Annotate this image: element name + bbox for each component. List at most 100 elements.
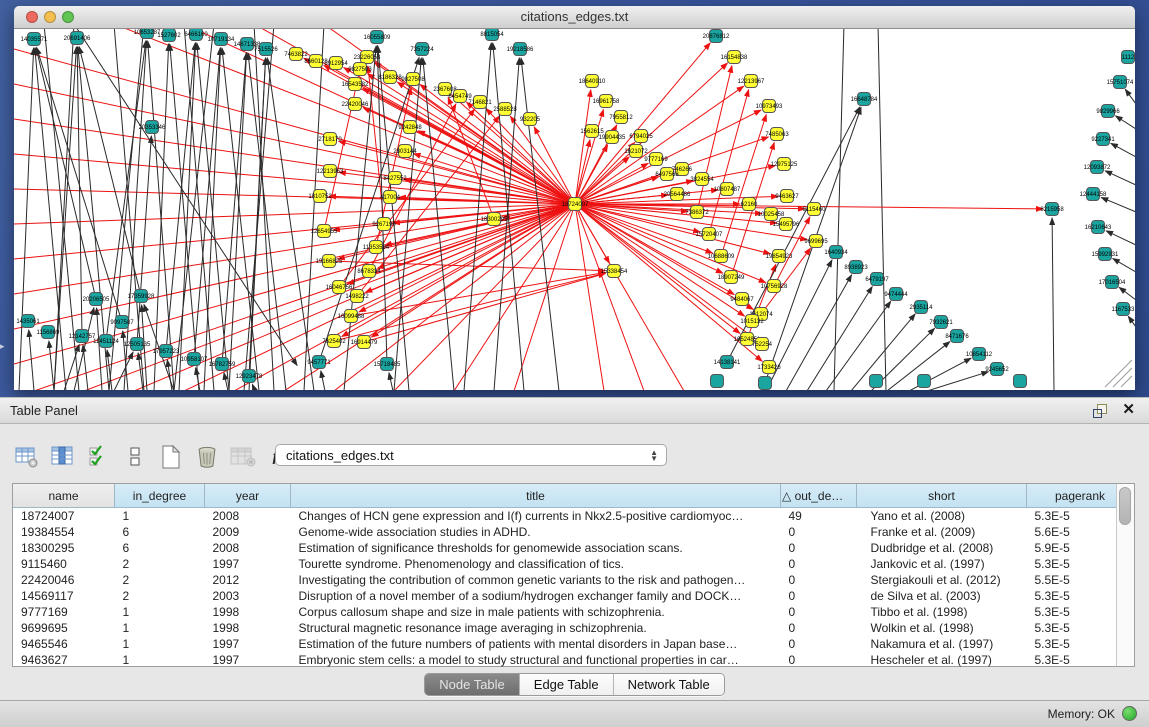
graph-node[interactable]: 6794025: [629, 130, 653, 143]
graph-node[interactable]: 14138141: [714, 356, 741, 369]
float-panel-icon[interactable]: [1093, 404, 1107, 417]
graph-node[interactable]: 7932621: [929, 316, 953, 329]
table-row[interactable]: 2242004622012Investigating the contribut…: [13, 572, 1134, 588]
graph-node[interactable]: 15751074: [1107, 76, 1134, 89]
graph-node[interactable]: 1810752: [308, 190, 332, 203]
graph-node[interactable]: 19218586: [507, 43, 534, 56]
graph-node[interactable]: 20691406: [64, 32, 91, 45]
graph-node[interactable]: 12213963: [317, 165, 344, 178]
graph-node[interactable]: 7955812: [609, 111, 633, 124]
graph-node[interactable]: 19854923: [766, 250, 793, 263]
graph-node[interactable]: 20206505: [83, 293, 110, 306]
graph-node[interactable]: 16961758: [593, 95, 620, 108]
graph-node[interactable]: 1167533: [1112, 303, 1135, 316]
close-panel-icon[interactable]: ✕: [1122, 402, 1135, 418]
graph-node[interactable]: 18640910: [579, 75, 606, 88]
delete-icon[interactable]: [192, 442, 222, 472]
column-header-title[interactable]: title: [291, 484, 781, 508]
graph-node[interactable]: 12923478: [236, 370, 263, 383]
graph-node[interactable]: 62160: [741, 198, 758, 211]
graph-node[interactable]: 2935114: [910, 301, 934, 314]
table-row[interactable]: 911546021997Tourette syndrome. Phenomeno…: [13, 556, 1134, 572]
graph-node[interactable]: 417004: [380, 191, 401, 204]
network-canvas[interactable]: 1403557120691406106532871527602646616010…: [14, 29, 1135, 390]
graph-node[interactable]: 9463627: [775, 190, 799, 203]
graph-node[interactable]: 1640934: [824, 246, 848, 259]
table-row[interactable]: 1456911722003Disruption of a novel membe…: [13, 588, 1134, 604]
table-row[interactable]: 946362711997Embryonic stem cells: a mode…: [13, 652, 1134, 668]
graph-node[interactable]: [1014, 375, 1027, 388]
show-column-icon[interactable]: [48, 442, 78, 472]
graph-node[interactable]: 9267190: [372, 218, 396, 231]
graph-node[interactable]: 11353594: [363, 241, 390, 254]
graph-node[interactable]: 2588528: [493, 103, 517, 116]
graph-node[interactable]: 12213967: [738, 75, 765, 88]
table-row[interactable]: 969969511998Structural magnetic resonanc…: [13, 620, 1134, 636]
graph-node[interactable]: 9245652: [985, 363, 1009, 376]
tab-edge-table[interactable]: Edge Table: [519, 674, 613, 695]
graph-node[interactable]: 9699695: [804, 235, 828, 248]
graph-node[interactable]: 14035571: [21, 33, 48, 46]
row-height-icon[interactable]: [120, 442, 150, 472]
table-mode-icon[interactable]: [12, 442, 42, 472]
graph-node[interactable]: 9115460: [803, 203, 827, 216]
table-row[interactable]: 1938455462009Genome-wide association stu…: [13, 524, 1134, 540]
graph-node[interactable]: 7357224: [410, 43, 434, 56]
graph-node[interactable]: 15992931: [1092, 248, 1119, 261]
column-header-name[interactable]: name: [13, 484, 115, 508]
table-scrollbar-thumb[interactable]: [1119, 487, 1131, 525]
graph-node[interactable]: [759, 377, 772, 390]
select-rows-icon[interactable]: [84, 442, 114, 472]
graph-node[interactable]: 3824554: [690, 173, 714, 186]
column-header-short[interactable]: short: [857, 484, 1027, 508]
column-header-out_degree[interactable]: △ out_de…: [781, 484, 857, 508]
graph-node[interactable]: [711, 375, 724, 388]
graph-node[interactable]: 1112: [1122, 51, 1135, 64]
graph-node[interactable]: 932205: [520, 113, 541, 126]
memory-status-icon[interactable]: [1122, 706, 1137, 721]
tab-network-table[interactable]: Network Table: [613, 674, 724, 695]
graph-node[interactable]: 12142757: [69, 330, 96, 343]
graph-node[interactable]: 9097587: [110, 316, 134, 329]
graph-node[interactable]: [870, 375, 883, 388]
table-select-dropdown[interactable]: citations_edges.txt ▲▼: [275, 444, 667, 466]
graph-node[interactable]: 20876812: [703, 30, 730, 43]
table-row[interactable]: 946554611997Estimation of the future num…: [13, 636, 1134, 652]
graph-node[interactable]: 8427552: [383, 172, 407, 185]
graph-node[interactable]: 16154838: [721, 51, 748, 64]
new-document-icon[interactable]: [156, 442, 186, 472]
graph-node[interactable]: 8938923: [844, 261, 868, 274]
graph-node[interactable]: 16648784: [851, 93, 878, 106]
graph-node[interactable]: 1498222: [345, 290, 369, 303]
graph-node[interactable]: 16055809: [364, 31, 391, 44]
column-header-in_degree[interactable]: in_degree: [115, 484, 205, 508]
table-row[interactable]: 1872400712008Changes of HCN gene express…: [13, 508, 1134, 525]
column-header-year[interactable]: year: [205, 484, 291, 508]
panel-collapse-icon[interactable]: ▸: [0, 340, 8, 352]
network-graph[interactable]: 1403557120691406106532871527602646616010…: [14, 29, 1135, 390]
graph-node[interactable]: 6479197: [865, 273, 889, 286]
graph-node[interactable]: 17359928: [128, 290, 155, 303]
graph-node[interactable]: 8678334: [357, 265, 381, 278]
graph-node[interactable]: 20564486: [664, 188, 691, 201]
graph-node[interactable]: [918, 375, 931, 388]
graph-node[interactable]: 15720407: [696, 228, 723, 241]
table-row[interactable]: 977716911998Corpus callosum shape and si…: [13, 604, 1134, 620]
graph-node[interactable]: 12654955: [311, 225, 338, 238]
graph-node[interactable]: 8815054: [480, 29, 504, 41]
tab-node-table[interactable]: Node Table: [425, 674, 519, 695]
graph-node[interactable]: 10958107: [181, 353, 208, 366]
graph-node[interactable]: 10807487: [714, 183, 741, 196]
graph-node[interactable]: 1435061: [16, 315, 40, 328]
graph-node[interactable]: 6466160: [184, 29, 208, 41]
graph-node[interactable]: 1733426: [757, 361, 781, 374]
graph-node[interactable]: 8215958: [1040, 203, 1064, 216]
graph-node[interactable]: 7485063: [765, 128, 789, 141]
graph-node[interactable]: 16914479: [351, 336, 378, 349]
graph-node[interactable]: 12975125: [771, 158, 798, 171]
table-row[interactable]: 1830029562008Estimation of significance …: [13, 540, 1134, 556]
graph-node[interactable]: 9829966: [1096, 105, 1120, 118]
graph-node[interactable]: 20353346: [139, 121, 166, 134]
graph-node[interactable]: 11451124: [93, 335, 119, 348]
graph-node[interactable]: 9474444: [884, 288, 908, 301]
